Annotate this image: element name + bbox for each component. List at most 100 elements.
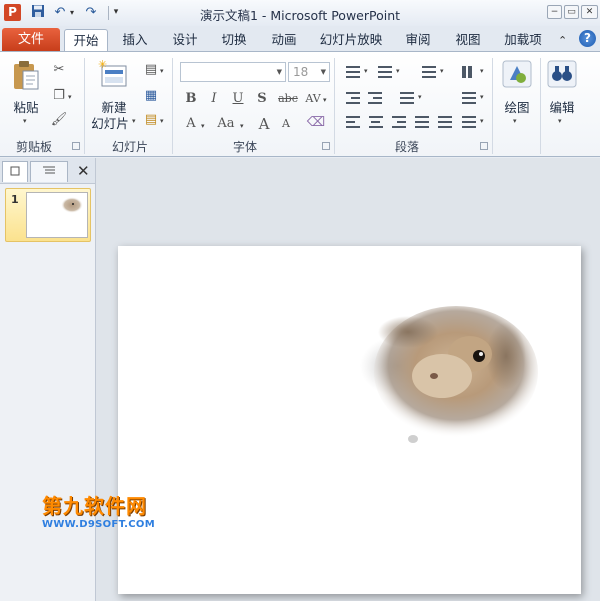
tab-insert[interactable]: 插入 (115, 29, 155, 52)
layout-icon[interactable]: ▤ (142, 62, 160, 77)
editing-button[interactable]: 编辑 ▾ (542, 57, 582, 135)
character-spacing-button[interactable]: AV (303, 89, 323, 109)
drawing-label: 绘图 (504, 100, 530, 115)
columns-icon[interactable] (460, 64, 478, 80)
group-separator (172, 58, 173, 154)
section-icon[interactable]: ▤ (142, 112, 160, 127)
font-color-dropdown-icon[interactable]: ▾ (201, 122, 205, 130)
binoculars-icon (547, 60, 577, 88)
close-panel-icon[interactable]: ✕ (77, 162, 90, 180)
tab-addins[interactable]: 加载项 (498, 29, 548, 52)
paragraph-group-label: 段落 (394, 140, 419, 154)
paste-button[interactable]: 粘贴 ▾ (8, 57, 44, 135)
tab-file[interactable]: 文件 (2, 28, 60, 52)
bold-button[interactable]: B (181, 89, 201, 109)
slides-tab[interactable] (2, 161, 28, 182)
bullets-icon[interactable] (344, 64, 362, 80)
cut-icon[interactable]: ✂ (50, 62, 68, 77)
align-right-icon[interactable] (390, 114, 408, 130)
panel-tabs: ✕ (0, 158, 97, 184)
slide-thumbnail-row[interactable]: 1 (5, 188, 91, 242)
svg-text:✳: ✳ (98, 59, 107, 71)
format-painter-icon[interactable]: 🖌 (50, 112, 68, 127)
new-slide-dropdown-icon[interactable]: ▾ (132, 117, 136, 125)
strikethrough-button[interactable]: abc (275, 89, 301, 109)
columns-dropdown-icon[interactable]: ▾ (480, 67, 484, 75)
drawing-button[interactable]: 绘图 ▾ (497, 57, 537, 135)
numbering-icon[interactable] (376, 64, 394, 80)
tab-transitions[interactable]: 切换 (214, 29, 254, 52)
ribbon: 粘贴 ▾ ✂ ❐ ▾ 🖌 剪贴板 ✳ 新建 幻灯片 ▾ ▤ ▾ ▦ ▤ ▾ 幻灯… (0, 51, 600, 157)
spacing-dropdown-icon[interactable]: ▾ (323, 96, 327, 104)
decrease-font-button[interactable]: A (276, 114, 296, 134)
slide-thumbnail[interactable] (26, 192, 88, 238)
change-case-dropdown-icon[interactable]: ▾ (240, 122, 244, 130)
rabbit-image[interactable] (358, 294, 538, 444)
paste-label: 粘贴 (13, 100, 39, 115)
change-case-button[interactable]: Aa (213, 114, 239, 134)
section-dropdown-icon[interactable]: ▾ (160, 117, 164, 125)
smartart-dropdown-icon[interactable]: ▾ (480, 117, 484, 125)
reset-icon[interactable]: ▦ (142, 88, 160, 103)
slide-canvas[interactable] (118, 246, 581, 594)
align-text-dropdown-icon[interactable]: ▾ (480, 93, 484, 101)
font-group-label: 字体 (232, 140, 257, 154)
paragraph-launcher-icon[interactable] (480, 142, 488, 150)
clear-formatting-icon[interactable]: ⌫ (306, 115, 326, 130)
group-separator (540, 58, 541, 154)
copy-dropdown-icon[interactable]: ▾ (68, 93, 72, 101)
increase-font-button[interactable]: A (254, 114, 274, 134)
help-icon[interactable]: ? (579, 30, 596, 47)
drawing-dropdown-icon[interactable]: ▾ (513, 117, 517, 125)
decrease-indent-icon[interactable] (344, 90, 362, 106)
window-title: 演示文稿1 - Microsoft PowerPoint (199, 8, 401, 23)
smartart-icon[interactable] (460, 114, 478, 130)
clipboard-group-label: 剪贴板 (15, 140, 52, 154)
font-launcher-icon[interactable] (322, 142, 330, 150)
tab-view[interactable]: 视图 (448, 29, 488, 52)
editing-dropdown-icon[interactable]: ▾ (558, 117, 562, 125)
group-separator (492, 58, 493, 154)
italic-button[interactable]: I (204, 89, 224, 109)
copy-icon[interactable]: ❐ (50, 88, 68, 103)
minimize-ribbon-icon[interactable]: ⌃ (558, 34, 567, 47)
justify-icon[interactable] (413, 114, 431, 130)
new-slide-button[interactable]: ✳ 新建 幻灯片 ▾ (88, 57, 140, 135)
minimize-button[interactable]: − (547, 5, 562, 19)
group-separator (84, 58, 85, 154)
restore-button[interactable]: ▭ (564, 5, 579, 19)
bullets-dropdown-icon[interactable]: ▾ (364, 67, 368, 75)
paste-icon (14, 61, 39, 90)
paste-dropdown-icon[interactable]: ▾ (23, 117, 27, 125)
close-button[interactable]: ✕ (581, 5, 598, 19)
outline-tab[interactable] (30, 161, 68, 182)
watermark: 第九软件网 WWW.D9SOFT.COM (42, 490, 155, 530)
align-center-icon[interactable] (367, 114, 385, 130)
numbering-dropdown-icon[interactable]: ▾ (396, 67, 400, 75)
align-left-icon[interactable] (344, 114, 362, 130)
tab-animations[interactable]: 动画 (264, 29, 304, 52)
distributed-icon[interactable] (436, 114, 454, 130)
clipboard-launcher-icon[interactable] (72, 142, 80, 150)
increase-indent-icon[interactable] (366, 90, 384, 106)
underline-button[interactable]: U (228, 89, 248, 109)
tab-design[interactable]: 设计 (165, 29, 205, 52)
new-slide-icon: ✳ (98, 59, 127, 87)
line-spacing-dropdown-icon[interactable]: ▾ (440, 67, 444, 75)
font-name-combobox[interactable]: ▼ (180, 62, 286, 82)
font-size-combobox[interactable]: 18 ▼ (288, 62, 330, 82)
font-color-button[interactable]: A (181, 114, 201, 134)
align-text-icon[interactable] (460, 90, 478, 106)
text-direction-icon[interactable] (398, 90, 416, 106)
text-direction-dropdown-icon[interactable]: ▾ (418, 93, 422, 101)
tab-review[interactable]: 审阅 (398, 29, 438, 52)
line-spacing-icon[interactable] (420, 64, 438, 80)
watermark-title: 第九软件网 (42, 494, 147, 518)
watermark-url: WWW.D9SOFT.COM (42, 519, 155, 530)
layout-dropdown-icon[interactable]: ▾ (160, 67, 164, 75)
shadow-button[interactable]: S (252, 89, 272, 109)
tab-home[interactable]: 开始 (64, 29, 108, 52)
slides-panel: ✕ 1 (0, 158, 97, 601)
editing-label: 编辑 (549, 100, 575, 115)
tab-slideshow[interactable]: 幻灯片放映 (315, 29, 387, 52)
